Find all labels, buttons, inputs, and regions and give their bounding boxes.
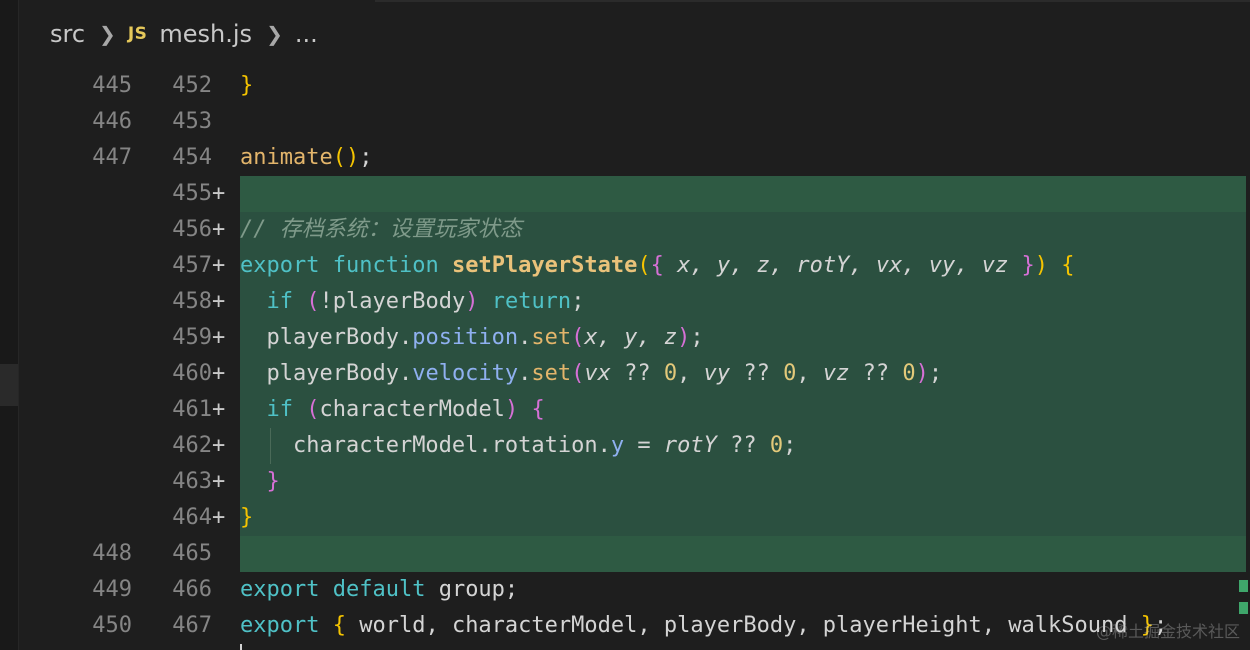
- breadcrumb-file[interactable]: mesh.js: [159, 20, 252, 48]
- breadcrumb-more[interactable]: ...: [295, 20, 318, 48]
- added-marker: +: [212, 469, 226, 494]
- added-code-line: 462 + characterModel.rotation.y = rotY ?…: [0, 428, 1250, 464]
- old-line-number: 450: [92, 613, 132, 638]
- minimap-diff-marker: [1239, 580, 1248, 592]
- code-text: }: [240, 73, 254, 98]
- code-line: 449 466 export default group;: [0, 572, 1250, 608]
- new-line-number: 461: [172, 397, 212, 422]
- tab-bar-edge: [375, 0, 1250, 2]
- text-cursor: [240, 644, 242, 650]
- added-code-line: 457 + export function setPlayerState({ x…: [0, 248, 1250, 284]
- watermark: @稀土掘金技术社区: [1095, 622, 1240, 641]
- chevron-right-icon: ❯: [99, 22, 116, 46]
- new-line-number: 456: [172, 217, 212, 242]
- old-line-number: 449: [92, 577, 132, 602]
- code-text: export default group;: [240, 577, 519, 602]
- new-line-number: 460: [172, 361, 212, 386]
- added-marker: +: [212, 289, 226, 314]
- old-line-number: 446: [92, 109, 132, 134]
- old-line-number: 447: [92, 145, 132, 170]
- old-line-number: 448: [92, 541, 132, 566]
- added-code-line: 456 + // 存档系统：设置玩家状态: [0, 212, 1250, 248]
- code-text: playerBody.position.set(x, y, z);: [266, 325, 704, 350]
- added-code-line: 455 +: [0, 176, 1250, 212]
- new-line-number: 453: [172, 109, 212, 134]
- new-line-number: 466: [172, 577, 212, 602]
- added-code-line: 461 + if (characterModel) {: [0, 392, 1250, 428]
- code-text: if (characterModel) {: [266, 397, 545, 422]
- code-line: 445 452 }: [0, 68, 1250, 104]
- added-marker: +: [212, 181, 226, 206]
- code-text: }: [240, 505, 254, 530]
- code-line: 450 467 export { world, characterModel, …: [0, 608, 1250, 644]
- new-line-number: 462: [172, 433, 212, 458]
- new-line-number: 455: [172, 181, 212, 206]
- new-line-number: 457: [172, 253, 212, 278]
- added-code-line: 458 + if (!playerBody) return;: [0, 284, 1250, 320]
- code-text: playerBody.velocity.set(vx ?? 0, vy ?? 0…: [266, 361, 943, 386]
- new-line-number: 463: [172, 469, 212, 494]
- added-marker: +: [212, 361, 226, 386]
- added-code-line: 459 + playerBody.position.set(x, y, z);: [0, 320, 1250, 356]
- added-marker: +: [212, 253, 226, 278]
- new-line-number: 467: [172, 613, 212, 638]
- breadcrumb: src ❯ JS mesh.js ❯ ...: [50, 14, 318, 54]
- diff-editor[interactable]: 445 452 } 446 453 447 454 animate(); 455…: [0, 68, 1250, 650]
- added-marker: +: [212, 433, 226, 458]
- javascript-file-icon: JS: [127, 24, 148, 44]
- code-text: }: [266, 469, 280, 494]
- code-text: characterModel.rotation.y = rotY ?? 0;: [292, 433, 797, 458]
- new-line-number: 459: [172, 325, 212, 350]
- added-marker: +: [212, 325, 226, 350]
- added-marker: +: [212, 217, 226, 242]
- chevron-right-icon: ❯: [266, 22, 283, 46]
- new-line-number: 465: [172, 541, 212, 566]
- code-text: export function setPlayerState({ x, y, z…: [240, 253, 1075, 278]
- code-line: 448 465: [0, 536, 1250, 572]
- minimap-diff-marker: [1239, 602, 1248, 614]
- old-line-number: 445: [92, 73, 132, 98]
- added-code-line: 464 + }: [0, 500, 1250, 536]
- new-line-number: 454: [172, 145, 212, 170]
- added-code-line: 463 + }: [0, 464, 1250, 500]
- added-marker: +: [212, 397, 226, 422]
- code-text: // 存档系统：设置玩家状态: [240, 217, 522, 242]
- added-marker: +: [212, 505, 226, 530]
- breadcrumb-folder[interactable]: src: [50, 20, 85, 48]
- new-line-number: 458: [172, 289, 212, 314]
- code-text: animate();: [240, 145, 373, 170]
- code-text: if (!playerBody) return;: [266, 289, 585, 314]
- new-line-number: 452: [172, 73, 212, 98]
- code-line: 446 453: [0, 104, 1250, 140]
- code-text: export { world, characterModel, playerBo…: [240, 613, 1168, 638]
- added-code-line: 460 + playerBody.velocity.set(vx ?? 0, v…: [0, 356, 1250, 392]
- new-line-number: 464: [172, 505, 212, 530]
- code-line: 447 454 animate();: [0, 140, 1250, 176]
